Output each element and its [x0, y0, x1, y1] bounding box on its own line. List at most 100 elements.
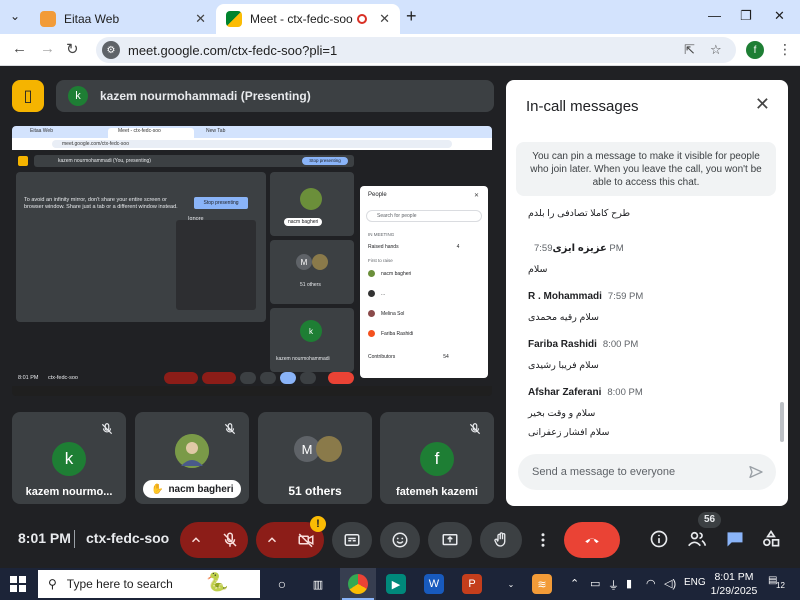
message-text: سلام افشار زعفرانی [528, 427, 610, 438]
participant-name: kazem nourmo... [25, 486, 113, 498]
participant-avatar [316, 436, 342, 462]
close-tab-icon[interactable]: ✕ [195, 11, 206, 27]
shared-person-avatar [368, 290, 375, 297]
forward-icon[interactable]: → [40, 40, 55, 57]
eitaa-app-icon[interactable]: ≋ [532, 574, 552, 594]
volume-icon[interactable]: ◁) [664, 577, 676, 590]
microphone-button[interactable] [212, 522, 248, 558]
powerpoint-icon[interactable]: P [462, 574, 482, 594]
word-icon[interactable]: W [424, 574, 444, 594]
bookmark-star-icon[interactable]: ☆ [710, 42, 722, 58]
meet-favicon-icon [226, 11, 242, 27]
browser-tab-strip: ⌄ Eitaa Web ✕ Meet - ctx-fedc-soo ✕ + — … [0, 0, 800, 34]
shared-tile-label: 51 others [300, 282, 321, 288]
shared-end-button [328, 372, 354, 384]
phone-link-icon[interactable]: ▭ [590, 577, 600, 590]
chevron-down-icon: ⌄ [9, 9, 21, 23]
leave-call-button[interactable] [564, 522, 620, 558]
shared-controls: 8:01 PM ctx-fedc-soo [12, 372, 492, 386]
tab-meet[interactable]: Meet - ctx-fedc-soo ✕ [216, 4, 400, 34]
reload-icon[interactable]: ↻ [66, 40, 79, 58]
shared-person-avatar [368, 310, 375, 317]
message-time: 8:00 PM [602, 339, 639, 350]
close-window-icon[interactable]: ✕ [774, 8, 785, 24]
raise-hand-button[interactable] [480, 522, 522, 558]
restore-icon[interactable]: ❐ [740, 8, 752, 24]
participant-name: fatemeh kazemi [396, 486, 478, 498]
shared-person-name: ... [381, 290, 386, 297]
participant-tile[interactable]: f fatemeh kazemi [380, 412, 494, 504]
profile-avatar[interactable]: f [746, 41, 764, 59]
pin-note: You can pin a message to make it visible… [516, 142, 776, 196]
close-icon[interactable]: ✕ [755, 94, 770, 115]
presenting-bar: k kazem nourmohammadi (Presenting) [56, 80, 494, 112]
chat-scrollbar[interactable] [780, 402, 784, 442]
language-indicator[interactable]: ENG [684, 577, 706, 588]
cortana-icon[interactable]: ○ [272, 574, 292, 594]
back-icon[interactable]: ← [12, 40, 27, 57]
participant-tile[interactable]: k kazem nourmo... [12, 412, 126, 504]
battery-icon[interactable]: ▮ [626, 577, 632, 590]
tab-eitaa[interactable]: Eitaa Web ✕ [30, 4, 216, 34]
participant-tile[interactable]: ✋ nacm bagheri [135, 412, 249, 504]
tab-search-button[interactable]: ⌄ [4, 5, 26, 27]
shared-person: nacm bagheri [368, 270, 411, 277]
search-highlight-icon: 🐍 [206, 572, 229, 592]
url-text: meet.google.com/ctx-fedc-soo?pli=1 [128, 42, 338, 58]
wifi-icon[interactable]: ◠ [646, 577, 656, 590]
shared-tab-strip: Eitaa Web Meet - ctx-fedc-soo New Tab [12, 126, 492, 138]
notification-center[interactable]: ▤ 12 [768, 575, 786, 593]
presenting-label: kazem nourmohammadi (Presenting) [100, 89, 311, 103]
windows-start-icon[interactable] [10, 576, 26, 592]
shared-mic-button [164, 372, 198, 384]
presentation-icon[interactable]: ▯ [12, 80, 44, 112]
shared-toolbar: meet.google.com/ctx-fedc-soo [12, 138, 492, 150]
minimize-icon[interactable]: — [708, 8, 721, 23]
close-tab-icon[interactable]: ✕ [379, 11, 390, 27]
send-icon[interactable] [748, 464, 764, 480]
shared-screen: Eitaa Web Meet - ctx-fedc-soo New Tab me… [12, 126, 492, 396]
chat-icon[interactable] [724, 528, 746, 550]
chat-input[interactable]: Send a message to everyone [518, 454, 776, 490]
hand-icon [494, 532, 506, 547]
overflow-chevron-icon[interactable]: ⌄ [506, 574, 516, 594]
share-page-icon[interactable]: ⇱ [684, 42, 695, 58]
shared-warning-text: To avoid an infinity mirror, don't share… [24, 197, 178, 210]
reactions-button[interactable] [380, 522, 420, 558]
usb-icon[interactable]: ⏚ [608, 577, 619, 593]
site-info-icon[interactable]: ⚙ [102, 41, 120, 59]
meet-app-icon[interactable]: ▶ [386, 574, 406, 594]
more-options-button[interactable] [530, 522, 556, 558]
chevron-up-icon [191, 537, 201, 543]
tab-title: Meet - ctx-fedc-soo [250, 12, 353, 26]
meeting-info-icon[interactable] [648, 528, 670, 550]
browser-menu-icon[interactable]: ⋮ [778, 41, 792, 58]
chat-title: In-call messages [526, 98, 639, 115]
people-icon[interactable] [686, 528, 708, 550]
windows-taskbar: ⚲ Type here to search 🐍 ○ ▥ ▶ W P ⌄ ≋ ⌃ … [0, 568, 800, 600]
message-time: 8:00 PM [607, 387, 643, 398]
chat-message: Fariba Rashidi 8:00 PM سلام فریبا رشیدی [528, 334, 768, 371]
chrome-icon[interactable] [348, 574, 368, 594]
present-button[interactable] [428, 522, 472, 558]
new-tab-icon[interactable]: + [406, 6, 417, 27]
participant-name-pill: ✋ nacm bagheri [143, 480, 242, 498]
shapes-icon [763, 529, 780, 547]
chat-bubble-icon [727, 532, 743, 547]
taskbar-clock[interactable]: 8:01 PM 1/29/2025 [706, 570, 762, 598]
captions-button[interactable] [332, 522, 372, 558]
taskbar-search[interactable]: ⚲ Type here to search 🐍 [38, 570, 260, 598]
tray-chevron-up-icon[interactable]: ⌃ [570, 577, 579, 590]
shared-tab: Meet - ctx-fedc-soo [108, 128, 194, 138]
activities-icon[interactable] [760, 528, 782, 550]
shared-tile-label: kazem nourmohammadi [276, 356, 330, 362]
audio-options-button[interactable] [180, 522, 212, 558]
video-options-button[interactable] [256, 522, 288, 558]
task-view-icon[interactable]: ▥ [308, 574, 328, 594]
shared-recursive-screen [176, 220, 256, 310]
participant-tile[interactable]: M 51 others [258, 412, 372, 504]
address-bar[interactable]: ⚙ meet.google.com/ctx-fedc-soo?pli=1 [96, 37, 736, 63]
chat-message: Afshar Zaferani 8:00 PM سلام و وقت بخیر س… [528, 382, 768, 438]
participant-avatar: f [420, 442, 454, 476]
shared-contributors-count: 54 [443, 354, 449, 360]
